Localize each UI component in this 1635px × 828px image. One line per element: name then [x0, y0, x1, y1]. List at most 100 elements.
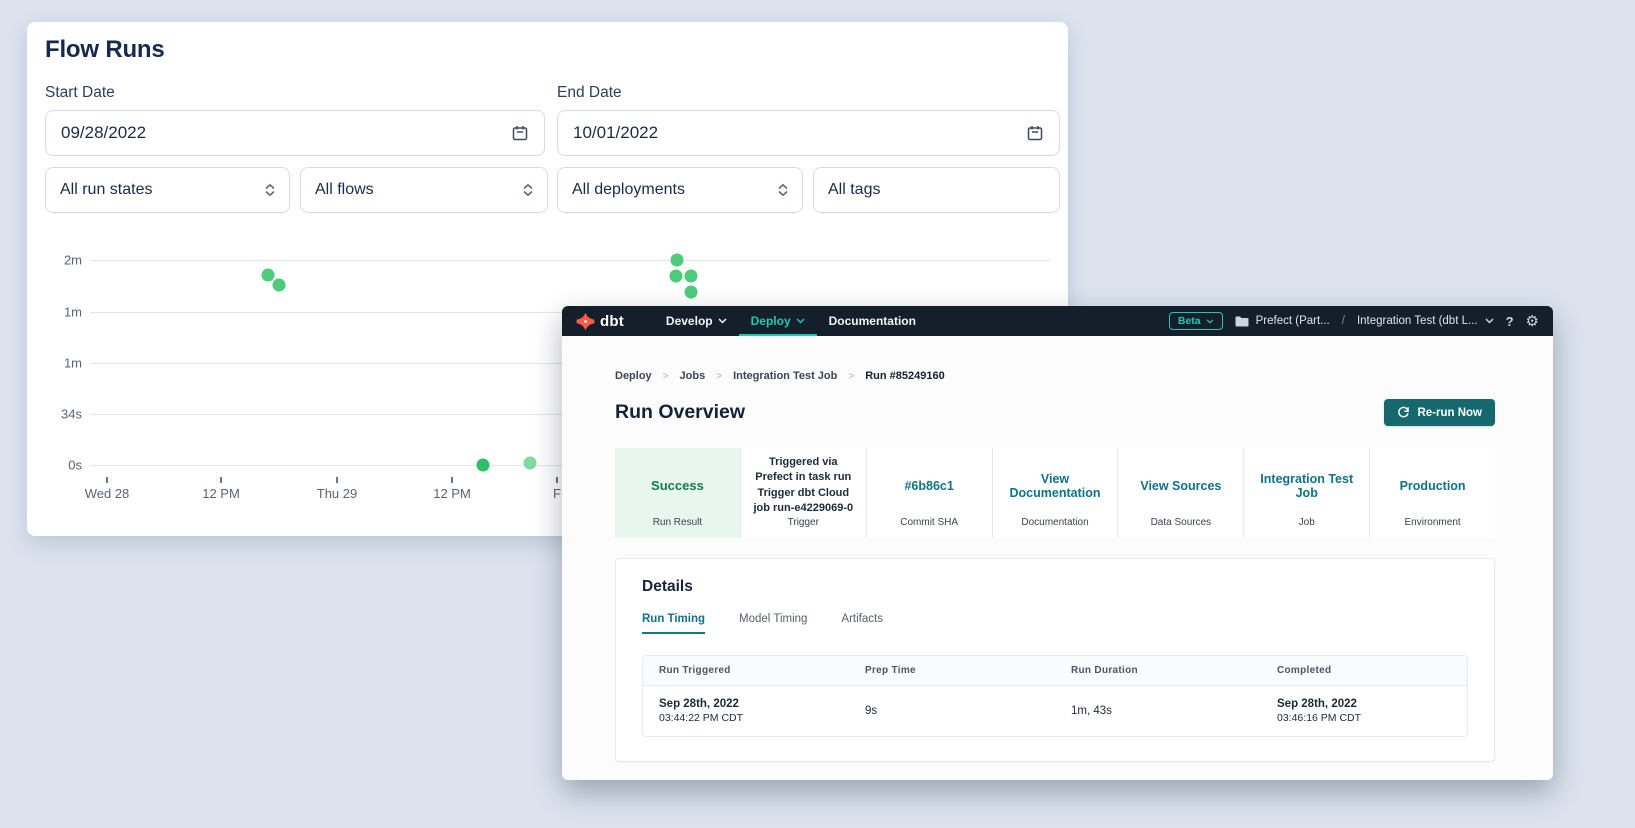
folder-icon	[1235, 316, 1249, 327]
breadcrumb-run-id: Run #85249160	[865, 370, 945, 382]
breadcrumb-job-name[interactable]: Integration Test Job	[733, 370, 837, 382]
environment-cell: Production Environment	[1369, 448, 1495, 538]
view-sources-link[interactable]: View Sources	[1118, 448, 1243, 517]
run-overview-title: Run Overview	[615, 401, 745, 424]
run-triggered-date: Sep 28th, 2022	[659, 698, 833, 710]
breadcrumb-separator: >	[716, 371, 722, 382]
nav-develop-label: Develop	[666, 314, 713, 328]
refresh-icon	[1397, 406, 1410, 419]
trigger-label: Trigger	[741, 517, 866, 538]
chevron-down-icon	[1485, 318, 1494, 324]
y-axis-tick-label: 2m	[27, 253, 82, 268]
run-result-cell: Success Run Result	[615, 448, 740, 538]
dbt-brand-text: dbt	[600, 313, 624, 330]
flow-run-point[interactable]	[670, 270, 683, 283]
run-duration-value: 1m, 43s	[1071, 705, 1245, 717]
dbt-cloud-window: dbt Develop Deploy Documentation Beta	[562, 306, 1553, 780]
details-card: Details Run Timing Model Timing Artifact…	[615, 558, 1495, 762]
beta-label: Beta	[1178, 315, 1201, 327]
nav-deploy-label: Deploy	[751, 314, 791, 328]
project-name: Prefect (Part...	[1256, 315, 1330, 327]
dbt-logo[interactable]: dbt	[576, 306, 624, 336]
documentation-cell: View Documentation Documentation	[992, 448, 1118, 538]
chevron-down-icon	[796, 318, 805, 324]
flow-run-point[interactable]	[671, 254, 684, 267]
dbt-logo-icon	[576, 312, 595, 331]
environment-label: Environment	[1370, 517, 1495, 538]
nav-develop[interactable]: Develop	[654, 306, 739, 336]
breadcrumb-deploy[interactable]: Deploy	[615, 370, 652, 382]
run-duration-cell: 1m, 43s	[1055, 686, 1261, 736]
help-icon[interactable]: ?	[1506, 314, 1514, 329]
x-axis-tick	[220, 477, 222, 483]
path-divider: /	[1342, 315, 1345, 327]
x-axis-tick-label: F	[553, 486, 561, 501]
x-axis-tick-label: 12 PM	[433, 486, 471, 501]
flow-run-point[interactable]	[477, 459, 490, 472]
navbar-spacer	[928, 306, 1169, 336]
nav-documentation-label: Documentation	[829, 314, 916, 328]
flow-run-point[interactable]	[685, 286, 698, 299]
rerun-now-button[interactable]: Re-run Now	[1384, 399, 1495, 426]
heading-row: Run Overview Re-run Now	[615, 399, 1495, 426]
run-triggered-time: 03:44:22 PM CDT	[659, 712, 833, 724]
flow-run-point[interactable]	[262, 269, 275, 282]
beta-dropdown[interactable]: Beta	[1169, 312, 1223, 330]
rerun-now-label: Re-run Now	[1417, 407, 1482, 419]
run-triggered-cell: Sep 28th, 2022 03:44:22 PM CDT	[643, 686, 849, 736]
flow-run-point[interactable]	[273, 279, 286, 292]
breadcrumb-jobs[interactable]: Jobs	[680, 370, 706, 382]
commit-sha-label: Commit SHA	[867, 517, 992, 538]
view-documentation-link[interactable]: View Documentation	[993, 448, 1118, 517]
table-row: Sep 28th, 2022 03:44:22 PM CDT 9s 1m, 43…	[643, 686, 1467, 736]
navbar-right: Beta Prefect (Part... / Integration Test…	[1169, 306, 1539, 336]
flow-run-point[interactable]	[685, 270, 698, 283]
breadcrumb-separator: >	[663, 371, 669, 382]
job-link[interactable]: Integration Test Job	[1244, 448, 1369, 517]
flow-run-point[interactable]	[524, 457, 537, 470]
gear-icon[interactable]: ⚙	[1526, 312, 1539, 330]
environment-switcher[interactable]: Integration Test (dbt L...	[1357, 315, 1494, 327]
x-axis-tick	[451, 477, 453, 483]
x-axis-tick-label: Wed 28	[85, 486, 130, 501]
col-completed: Completed	[1261, 656, 1467, 685]
tab-model-timing[interactable]: Model Timing	[739, 613, 807, 634]
prep-time-cell: 9s	[849, 686, 1055, 736]
details-tabs: Run Timing Model Timing Artifacts	[642, 613, 1468, 634]
run-result-label: Run Result	[615, 517, 740, 538]
x-axis-tick	[336, 477, 338, 483]
nav-documentation[interactable]: Documentation	[817, 306, 928, 336]
trigger-cell: Triggered via Prefect in task run Trigge…	[740, 448, 866, 538]
environment-link[interactable]: Production	[1370, 448, 1495, 517]
run-summary-strip: Success Run Result Triggered via Prefect…	[615, 448, 1495, 538]
job-cell: Integration Test Job Job	[1243, 448, 1369, 538]
data-sources-label: Data Sources	[1118, 517, 1243, 538]
y-axis-tick-label: 34s	[27, 407, 82, 422]
run-timing-table: Run Triggered Prep Time Run Duration Com…	[642, 655, 1468, 737]
chart-gridline	[90, 260, 1050, 261]
y-axis-tick-label: 0s	[27, 458, 82, 473]
col-run-triggered: Run Triggered	[643, 656, 849, 685]
completed-date: Sep 28th, 2022	[1277, 698, 1451, 710]
tab-artifacts[interactable]: Artifacts	[841, 613, 883, 634]
commit-sha-link[interactable]: #6b86c1	[867, 448, 992, 517]
x-axis-tick-label: Thu 29	[317, 486, 357, 501]
x-axis-tick	[556, 477, 558, 483]
tab-run-timing[interactable]: Run Timing	[642, 613, 705, 634]
y-axis-tick-label: 1m	[27, 305, 82, 320]
prep-time-value: 9s	[865, 705, 1039, 717]
nav-deploy[interactable]: Deploy	[739, 306, 817, 336]
trigger-value: Triggered via Prefect in task run Trigge…	[741, 448, 866, 517]
project-switcher[interactable]: Prefect (Part...	[1235, 315, 1330, 327]
documentation-label: Documentation	[993, 517, 1118, 538]
job-label: Job	[1244, 517, 1369, 538]
environment-name: Integration Test (dbt L...	[1357, 315, 1478, 327]
col-prep-time: Prep Time	[849, 656, 1055, 685]
chevron-down-icon	[1206, 319, 1214, 324]
data-sources-cell: View Sources Data Sources	[1117, 448, 1243, 538]
details-title: Details	[642, 578, 1468, 596]
x-axis-tick	[106, 477, 108, 483]
chevron-down-icon	[718, 318, 727, 324]
x-axis-tick-label: 12 PM	[202, 486, 240, 501]
dbt-navbar: dbt Develop Deploy Documentation Beta	[562, 306, 1553, 336]
